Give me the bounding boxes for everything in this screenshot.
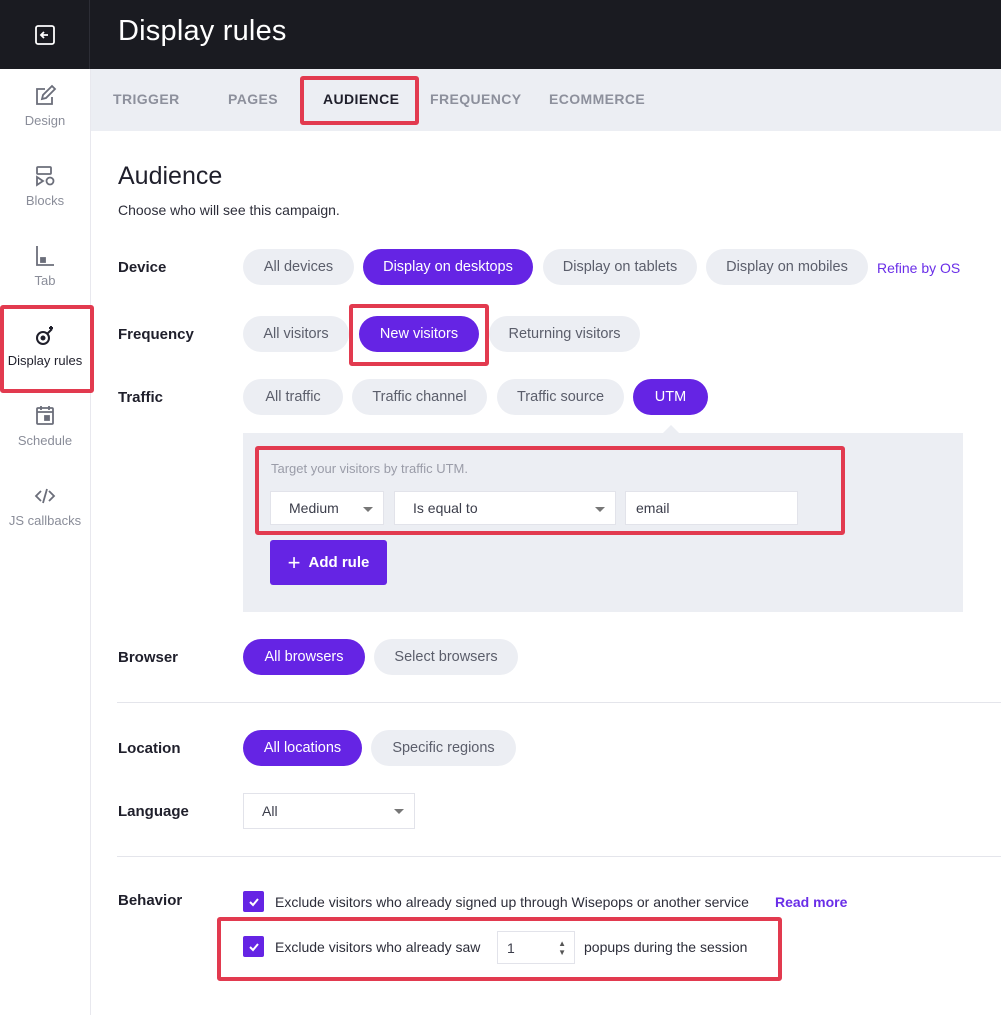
sidebar-item-schedule[interactable]: Schedule bbox=[0, 389, 90, 459]
device-option-mobiles[interactable]: Display on mobiles bbox=[706, 249, 868, 285]
exclude-saw-checkbox[interactable] bbox=[243, 936, 264, 957]
refine-by-os-link[interactable]: Refine by OS bbox=[877, 260, 960, 276]
sidebar: Design Blocks Tab Display rules Schedule… bbox=[0, 69, 91, 1015]
sidebar-item-label: Tab bbox=[34, 273, 56, 288]
device-label: Device bbox=[118, 259, 167, 276]
sidebar-item-design[interactable]: Design bbox=[0, 69, 90, 139]
popup-count-stepper[interactable]: 1 ▲ ▼ bbox=[497, 931, 575, 964]
traffic-label: Traffic bbox=[118, 389, 164, 406]
traffic-option-channel[interactable]: Traffic channel bbox=[352, 379, 487, 415]
device-option-desktops[interactable]: Display on desktops bbox=[363, 249, 533, 285]
device-option-all[interactable]: All devices bbox=[243, 249, 354, 285]
exclude-saw-suffix: popups during the session bbox=[584, 939, 748, 955]
exclude-saw-label: Exclude visitors who already saw bbox=[275, 939, 481, 955]
behavior-label: Behavior bbox=[118, 892, 183, 909]
tab-frequency[interactable]: FREQUENCY bbox=[430, 91, 522, 107]
panel-caret bbox=[663, 425, 679, 433]
frequency-option-returning[interactable]: Returning visitors bbox=[489, 316, 640, 352]
location-option-specific[interactable]: Specific regions bbox=[371, 730, 516, 766]
utm-param-select[interactable]: Medium bbox=[270, 491, 384, 525]
frequency-option-new[interactable]: New visitors bbox=[359, 316, 479, 352]
tab-trigger[interactable]: TRIGGER bbox=[113, 91, 180, 107]
section-title: Audience bbox=[118, 162, 223, 190]
location-option-all[interactable]: All locations bbox=[243, 730, 362, 766]
chevron-down-icon bbox=[595, 507, 605, 512]
shapes-icon bbox=[36, 166, 55, 187]
chevron-down-icon bbox=[363, 507, 373, 512]
divider bbox=[117, 856, 1001, 857]
tab-pages[interactable]: PAGES bbox=[228, 91, 278, 107]
collapse-sidebar-icon bbox=[34, 24, 55, 45]
tab-audience[interactable]: AUDIENCE bbox=[323, 91, 399, 107]
top-bar: Display rules bbox=[0, 0, 1001, 69]
utm-operator-value: Is equal to bbox=[413, 500, 478, 516]
tab-chart-icon bbox=[36, 246, 54, 266]
browser-option-all[interactable]: All browsers bbox=[243, 639, 365, 675]
browser-option-select[interactable]: Select browsers bbox=[374, 639, 518, 675]
checkmark-icon bbox=[248, 942, 259, 951]
target-sparkle-icon bbox=[36, 326, 53, 345]
add-rule-label: Add rule bbox=[308, 554, 370, 571]
language-select[interactable]: All bbox=[243, 793, 415, 829]
location-label: Location bbox=[118, 740, 181, 757]
chevron-down-icon bbox=[394, 809, 404, 814]
sidebar-item-js-callbacks[interactable]: JS callbacks bbox=[0, 469, 90, 539]
tab-bar: TRIGGER PAGES AUDIENCE FREQUENCY ECOMMER… bbox=[91, 69, 1001, 131]
read-more-link[interactable]: Read more bbox=[775, 894, 847, 910]
checkmark-icon bbox=[248, 897, 259, 906]
language-value: All bbox=[262, 803, 278, 819]
traffic-option-utm[interactable]: UTM bbox=[633, 379, 708, 415]
sidebar-item-display-rules[interactable]: Display rules bbox=[0, 309, 90, 379]
plus-icon: + bbox=[287, 549, 301, 575]
add-rule-button[interactable]: + Add rule bbox=[270, 540, 387, 585]
utm-operator-select[interactable]: Is equal to bbox=[394, 491, 616, 525]
sidebar-item-label: JS callbacks bbox=[8, 513, 82, 528]
page-title: Display rules bbox=[118, 15, 287, 47]
exclude-signed-up-checkbox[interactable] bbox=[243, 891, 264, 912]
pencil-square-icon bbox=[36, 84, 57, 105]
popup-count-value: 1 bbox=[507, 940, 515, 956]
sidebar-item-blocks[interactable]: Blocks bbox=[0, 149, 90, 219]
sidebar-item-label: Display rules bbox=[7, 353, 83, 368]
utm-hint: Target your visitors by traffic UTM. bbox=[271, 461, 468, 476]
collapse-sidebar-button[interactable] bbox=[0, 0, 90, 69]
stepper-arrows-icon[interactable]: ▲ ▼ bbox=[558, 939, 566, 957]
traffic-option-source[interactable]: Traffic source bbox=[497, 379, 624, 415]
utm-param-value: Medium bbox=[289, 500, 339, 516]
sidebar-item-label: Blocks bbox=[25, 193, 65, 208]
language-label: Language bbox=[118, 803, 189, 820]
sidebar-item-label: Design bbox=[24, 113, 66, 128]
frequency-option-all[interactable]: All visitors bbox=[243, 316, 349, 352]
calendar-icon bbox=[36, 406, 54, 425]
code-icon bbox=[34, 488, 56, 504]
device-option-tablets[interactable]: Display on tablets bbox=[543, 249, 697, 285]
browser-label: Browser bbox=[118, 649, 179, 666]
traffic-option-all[interactable]: All traffic bbox=[243, 379, 343, 415]
exclude-signed-up-label: Exclude visitors who already signed up t… bbox=[275, 894, 749, 910]
section-subtitle: Choose who will see this campaign. bbox=[118, 202, 340, 218]
frequency-label: Frequency bbox=[118, 326, 194, 343]
utm-value-input[interactable] bbox=[625, 491, 798, 525]
sidebar-item-tab[interactable]: Tab bbox=[0, 229, 90, 299]
sidebar-item-label: Schedule bbox=[17, 433, 73, 448]
divider bbox=[117, 702, 1001, 703]
tab-ecommerce[interactable]: ECOMMERCE bbox=[549, 91, 645, 107]
